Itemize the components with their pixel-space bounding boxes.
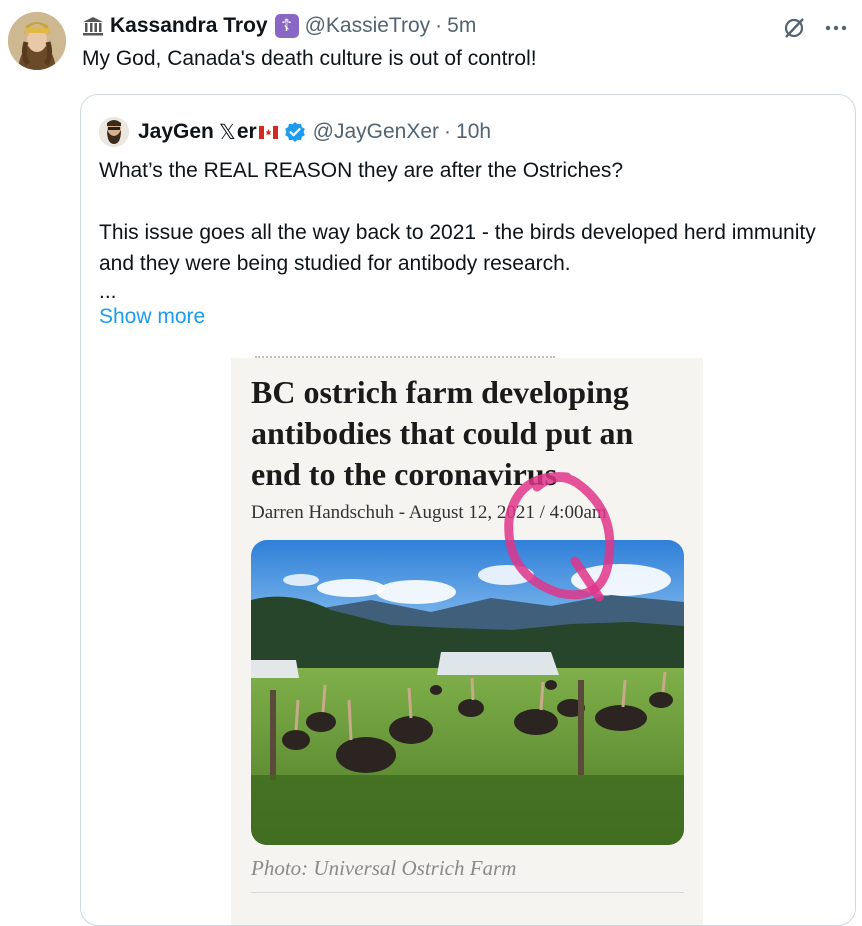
tweet-header: Kassandra Troy ☦ @KassieTroy · 5m [82, 12, 476, 40]
tweet-text: My God, Canada's death culture is out of… [82, 47, 537, 70]
museum-icon [83, 17, 103, 36]
photo-caption: Photo: Universal Ostrich Farm [251, 856, 517, 880]
quoted-text-line2: This issue goes all the way back to 2021… [99, 221, 816, 275]
cropped-text-edge [255, 356, 555, 362]
quoted-author-name-part2[interactable]: er [237, 120, 257, 144]
separator-dot: · [435, 14, 443, 37]
quoted-tweet-text: What’s the REAL REASON they are after th… [99, 155, 839, 303]
ostrich-farm-photo-icon [251, 540, 684, 845]
separator-dot: · [444, 120, 452, 143]
quoted-text-ellipsis: ... [99, 280, 117, 303]
athena-avatar-icon [8, 12, 66, 70]
verified-badge-icon [284, 121, 306, 143]
more-icon[interactable] [824, 16, 848, 40]
quoted-author-avatar[interactable] [99, 117, 129, 147]
tweet-actions [782, 16, 848, 40]
quoted-author-handle[interactable]: @JayGenXer [313, 120, 439, 144]
bearded-man-avatar-icon [99, 117, 129, 147]
x-logo-text: 𝕏 [218, 120, 236, 144]
quoted-tweet-time[interactable]: 10h [456, 120, 491, 144]
quoted-author-name-part1[interactable]: JayGen [138, 120, 214, 144]
pink-circle-annotation-icon [504, 472, 615, 602]
author-avatar[interactable] [8, 12, 66, 70]
author-handle[interactable]: @KassieTroy [305, 14, 431, 38]
quoted-tweet-header: JayGen 𝕏 er @JayGenXer · 10h [99, 117, 491, 147]
tweet: Kassandra Troy ☦ @KassieTroy · 5m My God… [0, 0, 862, 926]
quoted-tweet[interactable]: JayGen 𝕏 er @JayGenXer · 10h What’s the … [80, 94, 856, 926]
orthodox-cross-badge-icon: ☦ [274, 14, 299, 38]
article-headline: BC ostrich farm developing antibodies th… [251, 374, 634, 492]
canada-flag-icon [258, 125, 278, 139]
article-screenshot-image[interactable]: BC ostrich farm developing antibodies th… [231, 356, 703, 925]
grok-icon[interactable] [782, 16, 806, 40]
tweet-time[interactable]: 5m [447, 14, 476, 38]
author-name[interactable]: Kassandra Troy [110, 14, 268, 38]
caption-divider [251, 892, 684, 893]
ostrich-farm-photo [251, 540, 684, 845]
show-more-link[interactable]: Show more [99, 305, 205, 329]
quoted-text-line1: What’s the REAL REASON they are after th… [99, 159, 624, 182]
